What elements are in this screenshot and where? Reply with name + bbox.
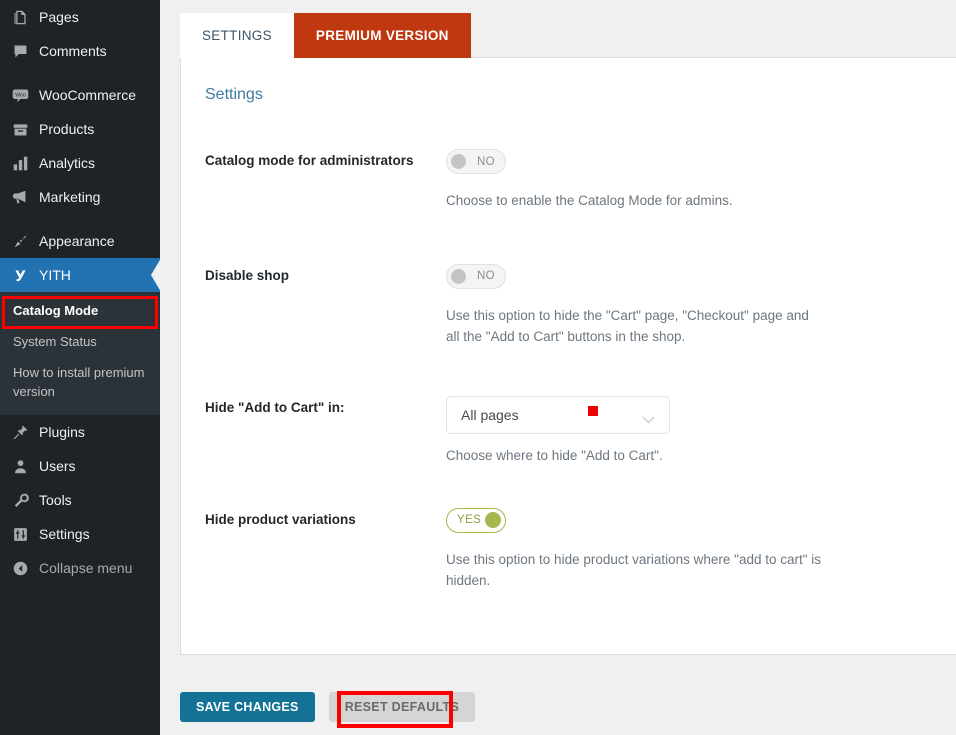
form-actions: SAVE CHANGES RESET DEFAULTS — [180, 692, 476, 722]
sidebar-item-label: Appearance — [39, 233, 115, 249]
yith-submenu: Catalog Mode System Status How to instal… — [0, 292, 160, 416]
setting-control: All pages Choose where to hide "Add to C… — [446, 395, 952, 467]
setting-description: Use this option to hide product variatio… — [446, 551, 822, 588]
tab-bar: SETTINGS PREMIUM VERSION — [180, 13, 471, 58]
reset-defaults-button[interactable]: RESET DEFAULTS — [328, 692, 476, 722]
analytics-icon — [10, 153, 30, 173]
sidebar-item-comments[interactable]: Comments — [0, 34, 160, 68]
setting-label: Hide product variations — [205, 511, 356, 527]
select-value: All pages — [461, 406, 519, 423]
sidebar-item-marketing[interactable]: Marketing — [0, 180, 160, 214]
sidebar-item-label: Analytics — [39, 155, 96, 171]
toggle-value: YES — [457, 514, 482, 527]
disable-shop-toggle[interactable]: NO — [446, 263, 506, 289]
setting-label: Disable shop — [205, 267, 290, 283]
setting-row-hide-add-to-cart-in: Hide "Add to Cart" in: All pages Choose … — [181, 395, 956, 467]
main-content: SETTINGS PREMIUM VERSION Settings Catalo… — [160, 0, 956, 735]
collapse-icon — [10, 558, 30, 578]
svg-text:Woo: Woo — [15, 92, 26, 98]
setting-label: Hide "Add to Cart" in: — [205, 399, 345, 415]
comments-icon — [10, 41, 30, 61]
plugins-icon — [10, 422, 30, 442]
cursor-marker — [588, 405, 598, 416]
setting-description: Use this option to hide the "Cart" page,… — [446, 307, 809, 344]
catalog-mode-admins-toggle[interactable]: NO — [446, 149, 506, 174]
current-menu-arrow — [151, 258, 160, 292]
tab-settings[interactable]: SETTINGS — [180, 13, 294, 58]
sidebar-item-products[interactable]: Products — [0, 112, 160, 146]
chevron-down-icon — [642, 411, 655, 424]
setting-control: NO Use this option to hide the "Cart" pa… — [446, 263, 952, 348]
sidebar-item-settings[interactable]: Settings — [0, 517, 160, 551]
sidebar-item-label: Plugins — [39, 424, 85, 441]
pages-icon — [10, 7, 30, 27]
admin-sidebar: Pages Comments Woo WooCommerce Products — [0, 0, 160, 735]
setting-control: NO Choose to enable the Catalog Mode for… — [446, 149, 952, 212]
sidebar-item-woocommerce[interactable]: Woo WooCommerce — [0, 78, 160, 112]
settings-panel: Settings Catalog mode for administrators… — [180, 58, 956, 655]
yith-icon — [10, 265, 30, 285]
tab-premium-version[interactable]: PREMIUM VERSION — [293, 13, 471, 58]
sidebar-item-label: WooCommerce — [39, 87, 136, 103]
setting-description: Choose where to hide "Add to Cart". — [446, 447, 663, 463]
admin-page: Pages Comments Woo WooCommerce Products — [0, 0, 956, 735]
submenu-item-system-status[interactable]: System Status — [0, 327, 160, 358]
setting-control: YES Use this option to hide product vari… — [446, 507, 952, 592]
sidebar-item-label: Settings — [39, 526, 90, 543]
toggle-value: NO — [476, 270, 495, 283]
sidebar-item-pages[interactable]: Pages — [0, 0, 160, 34]
settings-icon — [10, 524, 30, 544]
page-title: Settings — [205, 86, 263, 103]
toggle-value: NO — [476, 155, 495, 168]
sidebar-item-label: YITH — [39, 267, 71, 283]
hide-add-to-cart-select[interactable]: All pages — [446, 395, 670, 434]
sidebar-item-users[interactable]: Users — [0, 449, 160, 483]
sidebar-item-analytics[interactable]: Analytics — [0, 146, 160, 180]
marketing-icon — [10, 187, 30, 207]
sidebar-item-label: Comments — [39, 43, 107, 59]
setting-description: Choose to enable the Catalog Mode for ad… — [446, 193, 733, 208]
sidebar-item-label: Pages — [39, 9, 79, 25]
toggle-knob — [451, 154, 466, 169]
sidebar-item-yith[interactable]: YITH — [0, 258, 160, 292]
setting-row-catalog-mode-for-administrators: Catalog mode for administrators NO Choos… — [181, 149, 956, 212]
sidebar-item-label: Products — [39, 121, 95, 137]
sidebar-item-label: Tools — [39, 492, 72, 509]
sidebar-item-label: Marketing — [39, 189, 101, 205]
sidebar-item-label: Users — [39, 458, 76, 475]
tools-icon — [10, 490, 30, 510]
toggle-knob — [485, 511, 501, 528]
users-icon — [10, 456, 30, 476]
sidebar-item-appearance[interactable]: Appearance — [0, 224, 160, 258]
sidebar-item-label: Collapse menu — [39, 560, 133, 577]
appearance-icon — [10, 231, 30, 251]
menu-separator — [0, 68, 160, 78]
sidebar-item-tools[interactable]: Tools — [0, 483, 160, 517]
woocommerce-icon: Woo — [10, 85, 30, 105]
menu-separator — [0, 214, 160, 224]
sidebar-item-plugins[interactable]: Plugins — [0, 415, 160, 449]
sidebar-item-collapse-menu[interactable]: Collapse menu — [0, 551, 160, 585]
toggle-knob — [451, 268, 466, 284]
hide-product-variations-toggle[interactable]: YES — [446, 507, 506, 533]
save-button[interactable]: SAVE CHANGES — [180, 692, 315, 722]
setting-row-hide-product-variations: Hide product variations YES Use this opt… — [181, 507, 956, 592]
setting-label: Catalog mode for administrators — [205, 153, 414, 168]
submenu-item-catalog-mode[interactable]: Catalog Mode — [0, 296, 160, 327]
setting-row-disable-shop: Disable shop NO Use this option to hide … — [181, 263, 956, 348]
products-icon — [10, 119, 30, 139]
submenu-item-how-to-install-premium-version[interactable]: How to install premium version — [0, 358, 160, 408]
